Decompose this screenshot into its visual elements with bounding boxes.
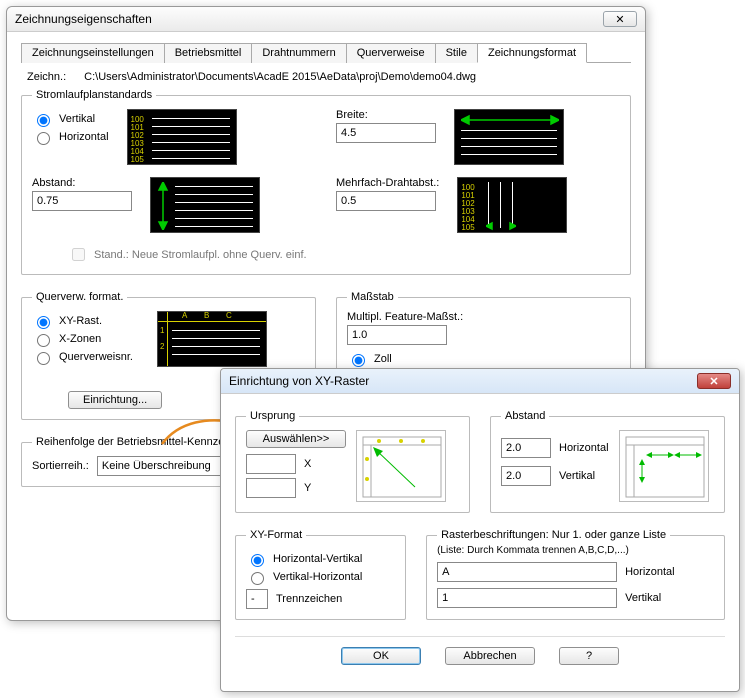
cancel-button[interactable]: Abbrechen — [445, 647, 535, 665]
preview-querverw-icon: A B C 1 2 — [157, 311, 267, 367]
help-button[interactable]: ? — [559, 647, 619, 665]
main-title: Zeichnungseigenschaften — [15, 12, 152, 26]
abstand-vert-input[interactable] — [501, 466, 551, 486]
auswaehlen-button[interactable]: Auswählen>> — [246, 430, 346, 448]
tab-zeichnungsformat[interactable]: Zeichnungsformat — [477, 43, 587, 63]
tabstrip: Zeichnungseinstellungen Betriebsmittel D… — [21, 42, 631, 63]
querverw-legend: Querverw. format. — [32, 291, 127, 303]
radio-horizontal-input[interactable] — [37, 132, 50, 145]
mehrfach-input[interactable] — [336, 191, 436, 211]
sub-close-button[interactable]: ✕ — [697, 373, 731, 389]
sub-body: Ursprung Auswählen>> X Y — [221, 394, 739, 683]
stand-checkbox-input[interactable] — [72, 248, 85, 261]
abstand-legend: Abstand — [501, 410, 549, 422]
breite-label: Breite: — [336, 109, 436, 121]
radio-zoll-input[interactable] — [352, 354, 365, 367]
radio-querverweisnr-input[interactable] — [37, 352, 50, 365]
stand-checkbox[interactable]: Stand.: Neue Stromlaufpl. ohne Querv. ei… — [68, 245, 620, 264]
ursprung-y-label: Y — [304, 482, 311, 494]
radio-vertikal-horizontal[interactable]: Vertikal-Horizontal — [246, 569, 395, 585]
trenn-label: Trennzeichen — [276, 593, 342, 605]
zeichn-path-row: Zeichn.: C:\Users\Administrator\Document… — [27, 71, 631, 83]
radio-zoll[interactable]: Zoll — [347, 351, 620, 367]
main-titlebar: Zeichnungseigenschaften ✕ — [7, 7, 645, 32]
multipl-label: Multipl. Feature-Maßst.: — [347, 311, 620, 323]
fieldset-abstand: Abstand Horizontal Vertikal — [490, 410, 725, 513]
breite-input[interactable] — [336, 123, 436, 143]
zeichn-path: C:\Users\Administrator\Documents\AcadE 2… — [84, 71, 476, 83]
preview-vertical-icon: 100 101 102 103 104 105 — [127, 109, 237, 165]
radio-hv-input[interactable] — [251, 554, 264, 567]
close-button[interactable]: ✕ — [603, 11, 637, 27]
radio-xy-rast[interactable]: XY-Rast. — [32, 313, 133, 329]
preview-abstand-icon — [150, 177, 260, 233]
ursprung-legend: Ursprung — [246, 410, 299, 422]
close-icon: ✕ — [709, 375, 718, 388]
ursprung-x-input[interactable] — [246, 454, 296, 474]
ursprung-y-input[interactable] — [246, 478, 296, 498]
zeichn-label: Zeichn.: — [27, 71, 66, 83]
radio-vertikal[interactable]: Vertikal — [32, 111, 109, 127]
preview-mehrfach-icon: 100 101 102 103 104 105 — [457, 177, 567, 233]
abstand-horiz-label: Horizontal — [559, 442, 609, 454]
radio-x-zonen[interactable]: X-Zonen — [32, 331, 133, 347]
raster-horiz-label: Horizontal — [625, 566, 675, 578]
radio-x-zonen-input[interactable] — [37, 334, 50, 347]
reihenfolge-legend: Reihenfolge der Betriebsmittel-Kennze — [32, 436, 228, 448]
radio-querverweisnr[interactable]: Querverweisnr. — [32, 349, 133, 365]
ok-button[interactable]: OK — [341, 647, 421, 665]
tab-zeichnungseinstellungen[interactable]: Zeichnungseinstellungen — [21, 43, 165, 63]
raster-sub: (Liste: Durch Kommata trennen A,B,C,D,..… — [437, 545, 714, 556]
fieldset-xyformat: XY-Format Horizontal-Vertikal Vertikal-H… — [235, 529, 406, 620]
fieldset-raster: Rasterbeschriftungen: Nur 1. oder ganze … — [426, 529, 725, 620]
standards-legend: Stromlaufplanstandards — [32, 89, 156, 101]
tab-drahtnummern[interactable]: Drahtnummern — [251, 43, 346, 63]
einrichtung-button[interactable]: Einrichtung... — [68, 391, 162, 409]
abstand-horiz-input[interactable] — [501, 438, 551, 458]
fieldset-standards: Stromlaufplanstandards Vertikal Horizont… — [21, 89, 631, 275]
radio-xy-rast-input[interactable] — [37, 316, 50, 329]
dialog-xy-raster: Einrichtung von XY-Raster ✕ Ursprung Aus… — [220, 368, 740, 692]
radio-vh-input[interactable] — [251, 572, 264, 585]
sortier-label: Sortierreih.: — [32, 460, 89, 472]
raster-legend: Rasterbeschriftungen: Nur 1. oder ganze … — [437, 529, 670, 541]
fieldset-ursprung: Ursprung Auswählen>> X Y — [235, 410, 470, 513]
tab-stile[interactable]: Stile — [435, 43, 478, 63]
mehrfach-label: Mehrfach-Drahtabst.: — [336, 177, 439, 189]
raster-vert-label: Vertikal — [625, 592, 661, 604]
sub-titlebar: Einrichtung von XY-Raster ✕ — [221, 369, 739, 394]
abstand-input[interactable] — [32, 191, 132, 211]
radio-horizontal-vertikal[interactable]: Horizontal-Vertikal — [246, 551, 395, 567]
radio-horizontal[interactable]: Horizontal — [32, 129, 109, 145]
sub-button-row: OK Abbrechen ? — [235, 636, 725, 669]
ursprung-x-label: X — [304, 458, 311, 470]
preview-ursprung-icon — [356, 430, 446, 502]
preview-abstand-icon — [619, 430, 709, 502]
radio-vertikal-input[interactable] — [37, 114, 50, 127]
massstab-legend: Maßstab — [347, 291, 398, 303]
raster-horiz-input[interactable] — [437, 562, 617, 582]
raster-vert-input[interactable] — [437, 588, 617, 608]
tab-querverweise[interactable]: Querverweise — [346, 43, 436, 63]
xyformat-legend: XY-Format — [246, 529, 306, 541]
preview-breite-icon — [454, 109, 564, 165]
multipl-input[interactable] — [347, 325, 447, 345]
trenn-input[interactable] — [246, 589, 268, 609]
close-icon: ✕ — [615, 13, 624, 26]
abstand-vert-label: Vertikal — [559, 470, 595, 482]
abstand-label: Abstand: — [32, 177, 132, 189]
sub-title: Einrichtung von XY-Raster — [229, 374, 369, 388]
tab-betriebsmittel[interactable]: Betriebsmittel — [164, 43, 253, 63]
